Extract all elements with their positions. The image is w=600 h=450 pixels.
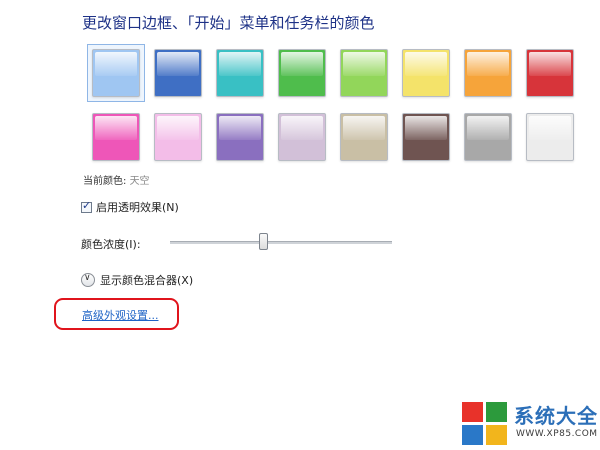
swatch-gloss [281,52,323,76]
color-swatch-sea[interactable] [216,49,264,97]
swatch-gloss [219,116,261,140]
logo-quadrant-blue [462,425,483,445]
color-swatch-blush[interactable] [154,113,202,161]
swatch-gloss [157,52,199,76]
current-color-label: 当前颜色: [83,176,127,187]
swatch-gloss [343,116,385,140]
windows-logo-icon [462,402,508,446]
color-swatch-fuchsia[interactable] [92,113,140,161]
checkmark-icon: ✓ [82,198,92,212]
transparency-label: 启用透明效果(N) [96,201,179,214]
show-color-mixer-toggle[interactable]: ∨ 显示颜色混合器(X) [81,272,193,288]
color-swatch-chocolate[interactable] [402,113,450,161]
swatch-gloss [219,52,261,76]
swatch-gloss [157,116,199,140]
swatch-gloss [529,52,571,76]
color-swatch-twilight[interactable] [154,49,202,97]
color-swatch-slate[interactable] [464,113,512,161]
transparency-option[interactable]: ✓ 启用透明效果(N) [81,199,179,215]
swatch-gloss [95,116,137,140]
color-intensity-slider-track[interactable] [170,241,392,244]
current-color-value: 天空 [129,176,150,187]
swatch-gloss [95,52,137,76]
watermark-brand: 系统大全 [514,404,598,428]
swatch-gloss [281,116,323,140]
color-swatch-lime[interactable] [340,49,388,97]
color-swatch-ruby[interactable] [526,49,574,97]
color-swatch-frost[interactable] [526,113,574,161]
swatch-gloss [529,116,571,140]
color-intensity-slider-thumb[interactable] [259,233,269,250]
logo-quadrant-yellow [486,425,507,445]
color-swatch-lavender[interactable] [278,113,326,161]
color-swatch-sun[interactable] [402,49,450,97]
swatch-gloss [467,52,509,76]
color-intensity-label: 颜色浓度(I): [81,238,141,251]
watermark-site: WWW.XP85.COM [516,429,598,439]
swatch-gloss [467,116,509,140]
advanced-appearance-settings-link[interactable]: 高级外观设置... [82,307,159,323]
color-swatch-taupe[interactable] [340,113,388,161]
color-swatch-violet[interactable] [216,113,264,161]
transparency-checkbox[interactable]: ✓ [81,198,92,213]
color-swatch-sky[interactable] [87,44,145,102]
color-swatch-leaf[interactable] [278,49,326,97]
show-color-mixer-label: 显示颜色混合器(X) [100,274,194,287]
swatch-gloss [405,52,447,76]
chevron-down-icon[interactable]: ∨ [81,273,95,287]
current-color: 当前颜色: 天空 [83,172,150,187]
logo-quadrant-red [462,402,483,422]
color-swatch-pumpkin[interactable] [464,49,512,97]
logo-quadrant-green [486,402,507,422]
swatch-gloss [343,52,385,76]
page-title: 更改窗口边框、「开始」菜单和任务栏的颜色 [82,14,375,32]
swatch-gloss [405,116,447,140]
